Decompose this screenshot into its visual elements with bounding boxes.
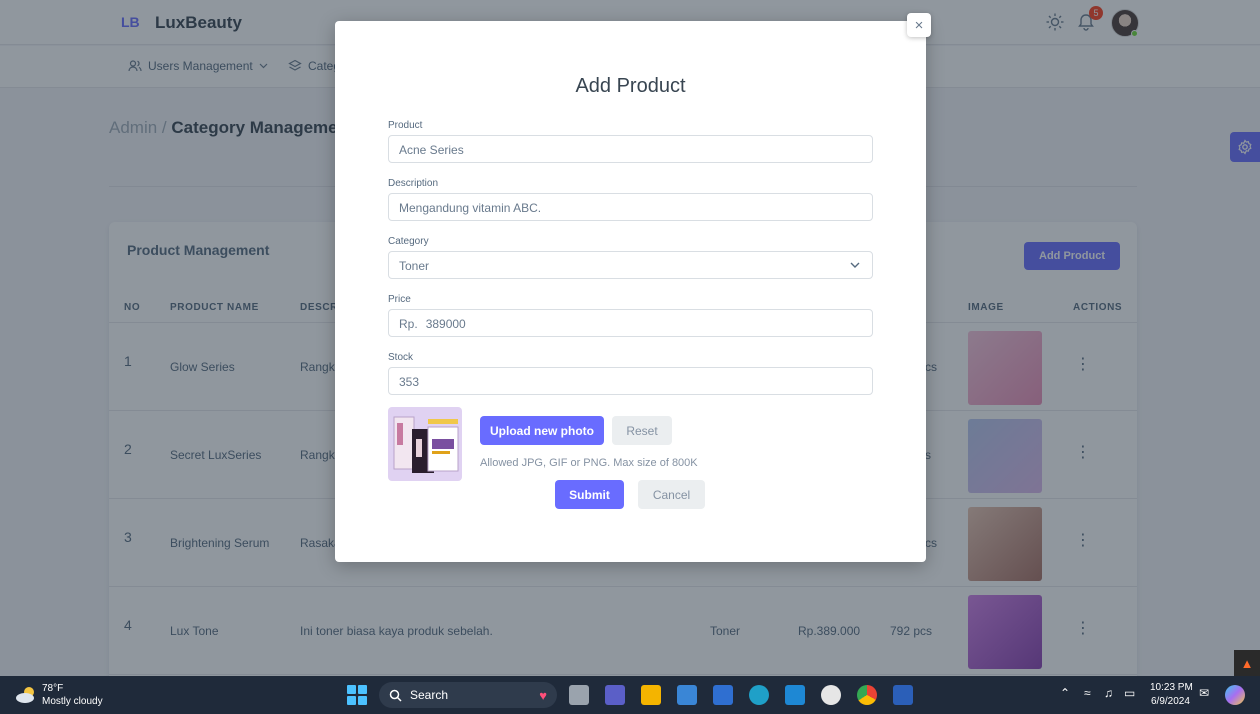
clock-time[interactable]: 10:23 PM xyxy=(1150,682,1193,693)
word-icon[interactable] xyxy=(893,685,913,705)
price-input-value: 389000 xyxy=(425,317,466,331)
app-hexagon-icon[interactable] xyxy=(821,685,841,705)
reset-button[interactable]: Reset xyxy=(612,416,672,445)
stock-input-value: 353 xyxy=(399,375,420,389)
product-photo-preview xyxy=(388,407,462,481)
weather-cloud-icon[interactable] xyxy=(14,685,38,705)
weather-temperature[interactable]: 78°F xyxy=(42,683,63,694)
description-input-value: Mengandung vitamin ABC. xyxy=(399,201,542,215)
taskbar-search-label: Search xyxy=(410,688,449,702)
price-prefix: Rp. xyxy=(399,317,418,331)
search-icon xyxy=(389,689,402,702)
notification-center-icon[interactable]: ✉ xyxy=(1199,686,1209,700)
clock-date[interactable]: 6/9/2024 xyxy=(1151,696,1190,707)
stock-label: Stock xyxy=(388,352,414,363)
fire-icon[interactable]: ▲ xyxy=(1234,650,1260,676)
category-select-value: Toner xyxy=(399,259,430,273)
cancel-button[interactable]: Cancel xyxy=(638,480,705,509)
chevron-up-icon[interactable]: ⌃ xyxy=(1060,686,1070,700)
battery-icon[interactable]: ▭ xyxy=(1124,686,1135,700)
search-highlight-icon: ♥ xyxy=(539,687,547,703)
modal-title: Add Product xyxy=(575,75,686,97)
chevron-down-icon xyxy=(850,262,860,268)
add-product-modal: × Add Product Product Acne Series Descri… xyxy=(335,13,931,562)
taskbar-search[interactable]: Search ♥ xyxy=(379,682,557,708)
vscode-icon[interactable] xyxy=(785,685,805,705)
wifi-icon[interactable]: ≈ xyxy=(1084,686,1091,700)
price-label: Price xyxy=(388,294,411,305)
teams-icon[interactable] xyxy=(605,685,625,705)
store-icon[interactable] xyxy=(677,685,697,705)
volume-icon[interactable]: ♫ xyxy=(1104,686,1113,700)
notepad-icon[interactable] xyxy=(713,685,733,705)
weather-description[interactable]: Mostly cloudy xyxy=(42,696,103,707)
windows-taskbar: 78°F Mostly cloudy Search ♥ ⌃ ≈ ♫ ▭ 10:2… xyxy=(0,676,1260,714)
category-label: Category xyxy=(388,236,429,247)
edge-icon[interactable] xyxy=(749,685,769,705)
file-explorer-icon[interactable] xyxy=(641,685,661,705)
stock-input[interactable]: 353 xyxy=(388,367,873,395)
price-input[interactable]: Rp. 389000 xyxy=(388,309,873,337)
upload-photo-button[interactable]: Upload new photo xyxy=(480,416,604,445)
submit-button[interactable]: Submit xyxy=(555,480,624,509)
photo-preview-image xyxy=(393,416,459,473)
category-select[interactable]: Toner xyxy=(388,251,873,279)
product-input[interactable]: Acne Series xyxy=(388,135,873,163)
upload-hint: Allowed JPG, GIF or PNG. Max size of 800… xyxy=(480,457,698,469)
windows-start-button[interactable] xyxy=(347,685,367,705)
product-input-value: Acne Series xyxy=(399,143,464,157)
close-button[interactable]: × xyxy=(907,13,931,37)
chrome-icon[interactable] xyxy=(857,685,877,705)
product-label: Product xyxy=(388,120,423,131)
description-input[interactable]: Mengandung vitamin ABC. xyxy=(388,193,873,221)
copilot-icon[interactable] xyxy=(1225,685,1245,705)
description-label: Description xyxy=(388,178,439,189)
task-view-icon[interactable] xyxy=(569,685,589,705)
